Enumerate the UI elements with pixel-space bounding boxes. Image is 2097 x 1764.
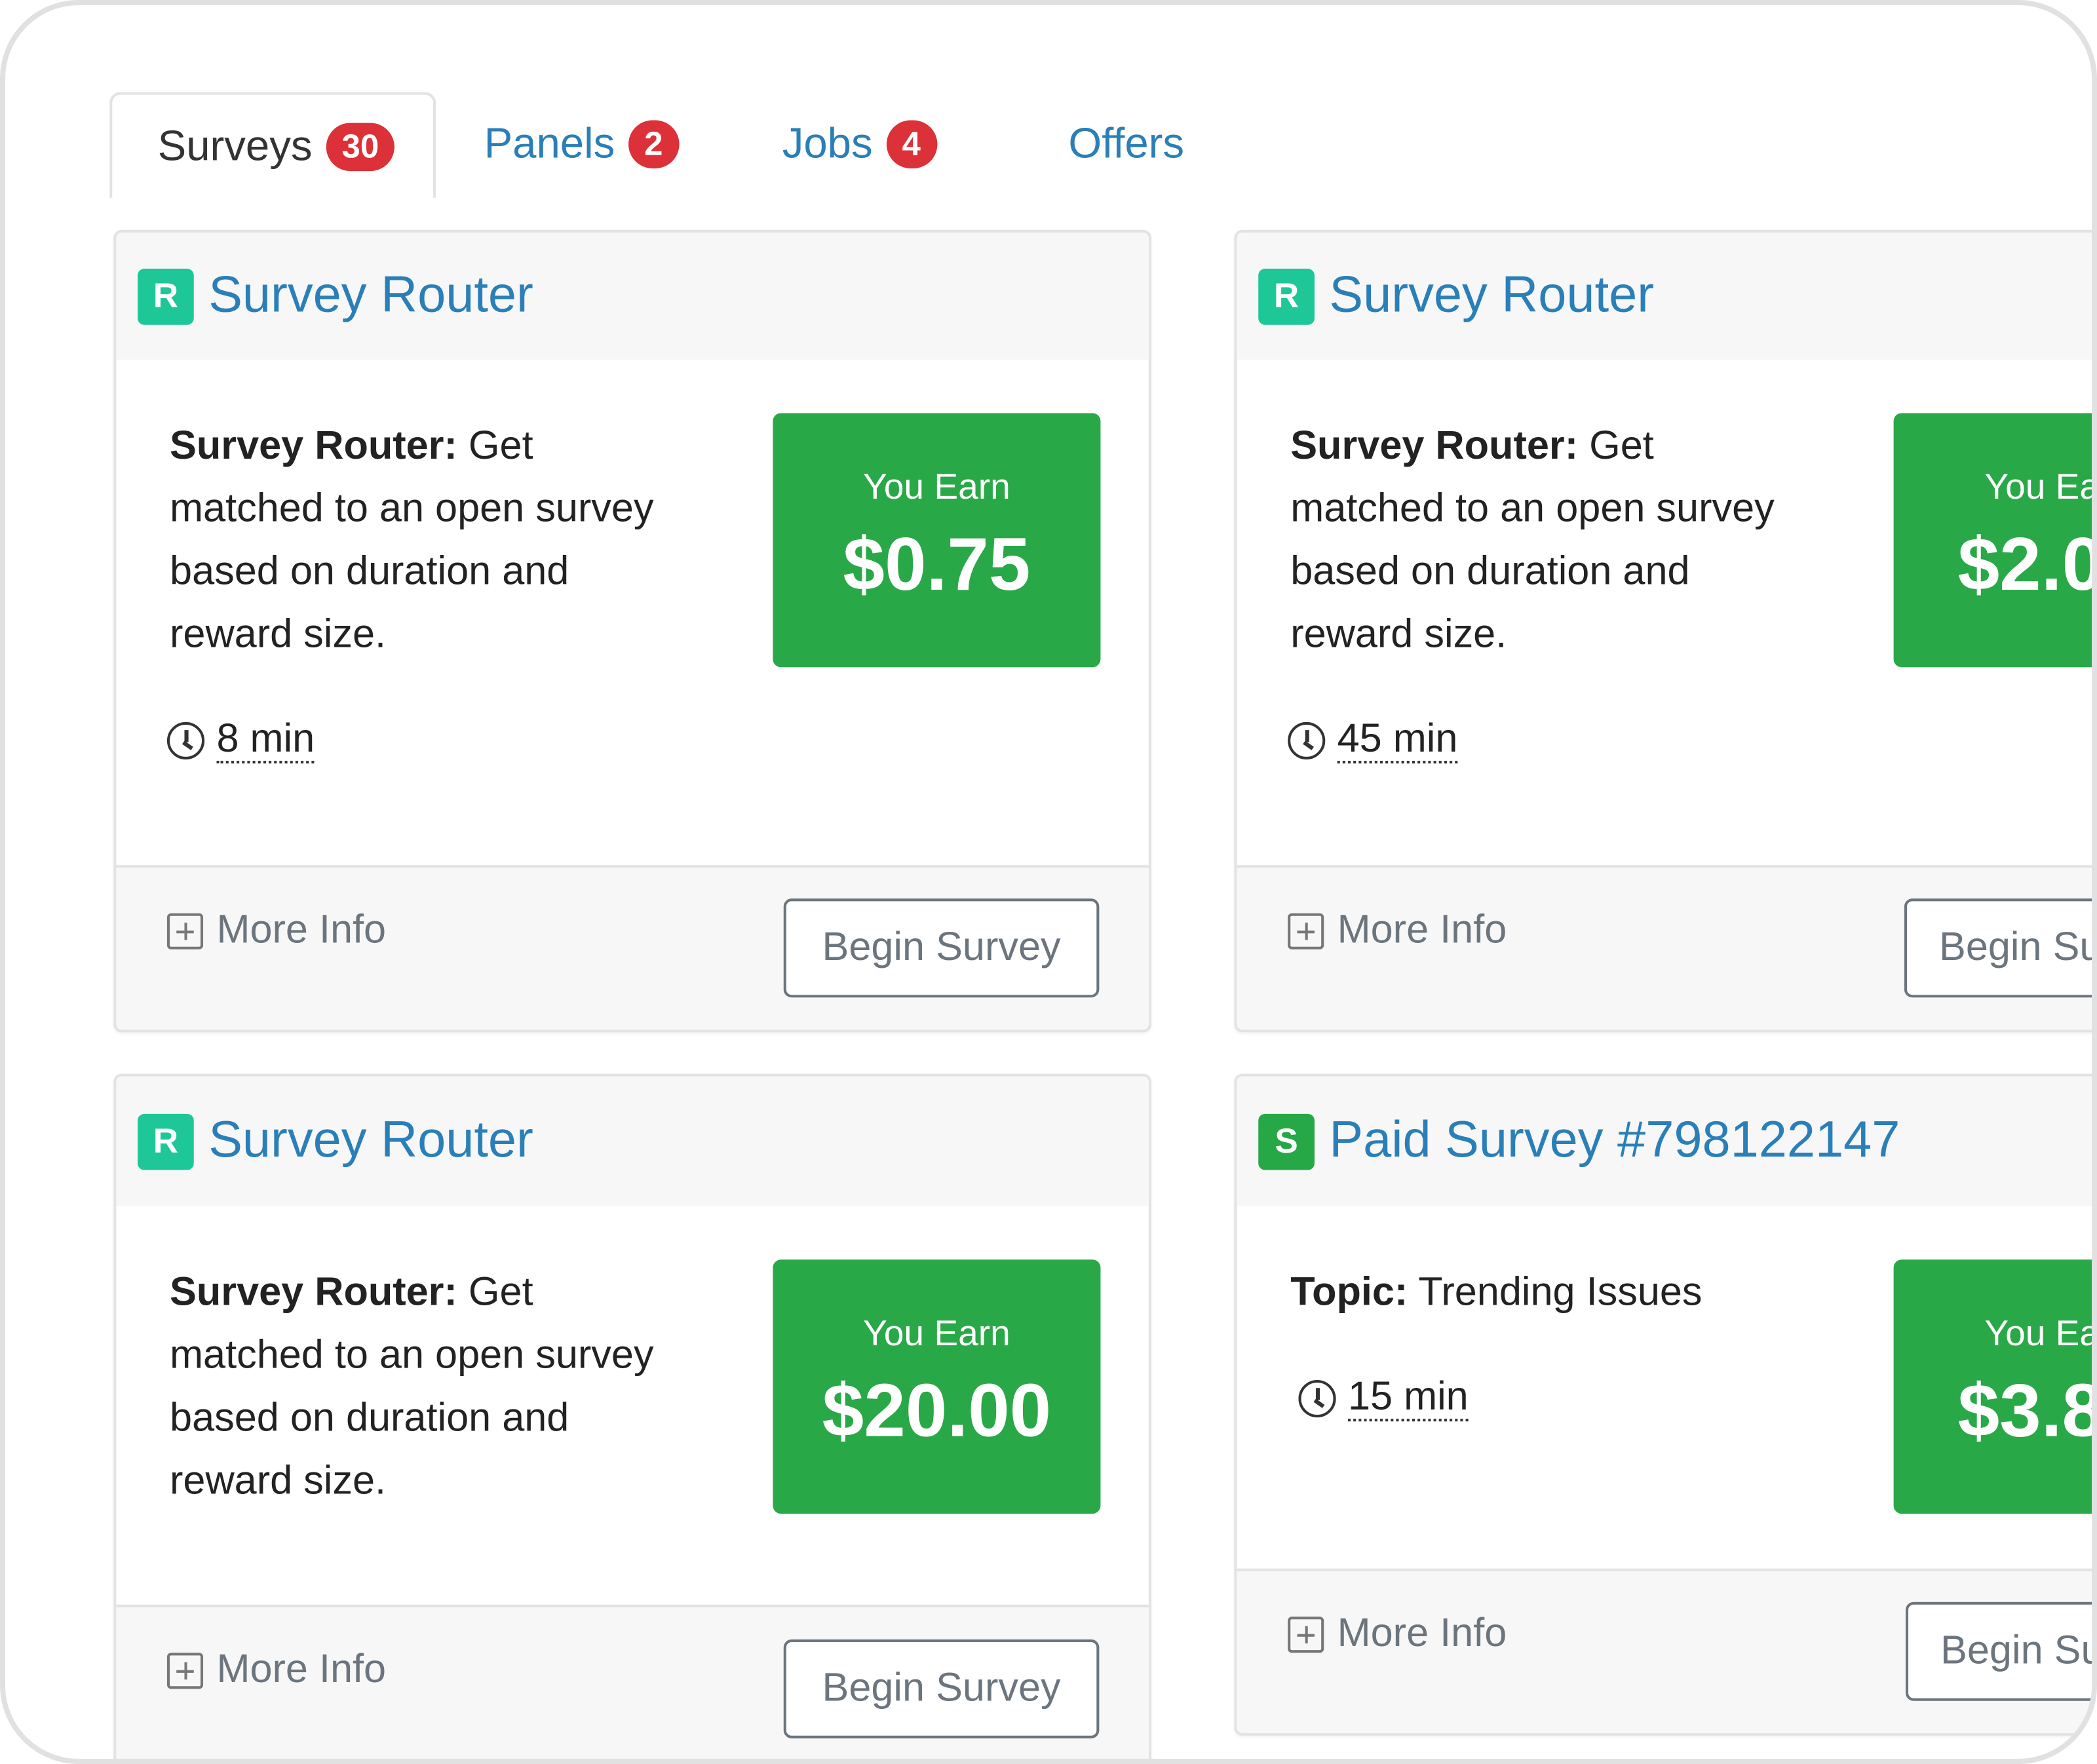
card-title-link[interactable]: Survey Router <box>208 1113 533 1170</box>
earn-amount: $2.0 <box>1957 521 2097 606</box>
earn-amount: $3.8 <box>1957 1368 2097 1453</box>
card-description: Survey Router: Get matched to an open su… <box>1290 414 1799 666</box>
tab-bar: Surveys 30 Panels 2 Jobs 4 Offers <box>109 92 2092 198</box>
duration: 15 min <box>1298 1375 1469 1422</box>
tab-label: Surveys <box>157 121 313 170</box>
tab-label: Offers <box>1068 119 1185 167</box>
router-logo: R <box>138 1113 194 1170</box>
card-footer: More Info Begin Survey <box>116 865 1149 1030</box>
survey-logo: S <box>1258 1113 1315 1170</box>
more-info-toggle[interactable]: More Info <box>166 908 387 953</box>
plus-square-icon <box>1288 912 1324 949</box>
begin-survey-button[interactable]: Begin Survey <box>783 898 1100 998</box>
duration: 8 min <box>166 718 315 764</box>
card-title-link[interactable]: Survey Router <box>208 267 533 325</box>
description-text: Trending Issues <box>1408 1270 1703 1314</box>
earn-amount: $0.75 <box>843 521 1031 606</box>
clock-icon <box>166 721 205 760</box>
earn-label: You Earn <box>863 467 1010 507</box>
card-footer: More Info Begin Su <box>1237 1568 2092 1733</box>
card-header: R Survey Router <box>116 1076 1149 1206</box>
clock-icon <box>1288 721 1326 760</box>
card-header: R Survey Router <box>1237 232 2092 360</box>
earn-box: You Ea $2.0 <box>1893 413 2097 668</box>
plus-square-icon <box>166 1652 204 1689</box>
survey-card: S Paid Survey #798122147 Topic: Trending… <box>1234 1073 2097 1736</box>
card-header: R Survey Router <box>116 232 1149 360</box>
tab-offers[interactable]: Offers <box>1068 92 1184 195</box>
card-description: Survey Router: Get matched to an open su… <box>170 1261 678 1512</box>
description-label: Survey Router: <box>170 423 457 469</box>
survey-card: R Survey Router Survey Router: Get match… <box>1234 229 2097 1033</box>
duration: 45 min <box>1288 718 1458 764</box>
more-info-toggle[interactable]: More Info <box>166 1647 387 1693</box>
tab-jobs[interactable]: Jobs 4 <box>782 92 937 195</box>
description-label: Topic: <box>1290 1270 1408 1314</box>
plus-square-icon <box>1288 1616 1324 1653</box>
survey-dashboard: Surveys 30 Panels 2 Jobs 4 Offers R Surv… <box>5 5 2097 1759</box>
clock-icon <box>1298 1379 1336 1418</box>
card-footer: More Info Begin Su <box>1237 865 2092 1030</box>
plus-square-icon <box>166 912 204 949</box>
duration-text: 8 min <box>216 718 315 764</box>
card-description: Topic: Trending Issues <box>1290 1261 1852 1324</box>
card-footer: More Info Begin Survey <box>116 1604 1149 1759</box>
card-title-link[interactable]: Survey Router <box>1329 267 1654 325</box>
earn-amount: $20.00 <box>822 1368 1052 1453</box>
card-header: S Paid Survey #798122147 <box>1237 1076 2092 1206</box>
begin-survey-button[interactable]: Begin Survey <box>783 1639 1100 1738</box>
duration-text: 15 min <box>1347 1375 1469 1422</box>
survey-card: R Survey Router Survey Router: Get match… <box>113 1073 1151 1759</box>
router-logo: R <box>1258 268 1315 324</box>
duration-text: 45 min <box>1337 718 1458 764</box>
begin-survey-button[interactable]: Begin Su <box>1904 898 2092 998</box>
more-info-label: More Info <box>216 908 387 952</box>
description-label: Survey Router: <box>170 1270 457 1314</box>
card-title-link[interactable]: Paid Survey #798122147 <box>1329 1113 1900 1170</box>
more-info-toggle[interactable]: More Info <box>1288 1611 1507 1657</box>
more-info-label: More Info <box>216 1647 387 1692</box>
tab-surveys[interactable]: Surveys 30 <box>109 92 436 198</box>
begin-survey-button[interactable]: Begin Su <box>1905 1601 2092 1701</box>
more-info-label: More Info <box>1337 1611 1507 1656</box>
earn-box: You Earn $20.00 <box>773 1259 1101 1514</box>
survey-card: R Survey Router Survey Router: Get match… <box>113 229 1151 1033</box>
app-window: Surveys 30 Panels 2 Jobs 4 Offers R Surv… <box>0 0 2097 1764</box>
tab-label: Jobs <box>782 119 873 167</box>
earn-label: You Ea <box>1984 467 2097 507</box>
count-badge: 2 <box>628 119 680 168</box>
count-badge: 4 <box>886 119 937 168</box>
tab-label: Panels <box>484 119 615 167</box>
more-info-label: More Info <box>1337 908 1507 952</box>
card-description: Survey Router: Get matched to an open su… <box>170 414 678 666</box>
description-label: Survey Router: <box>1290 423 1579 469</box>
router-logo: R <box>138 268 194 324</box>
earn-label: You Ea <box>1984 1313 2097 1354</box>
more-info-toggle[interactable]: More Info <box>1288 908 1507 953</box>
earn-box: You Ea $3.8 <box>1893 1259 2097 1514</box>
earn-label: You Earn <box>863 1313 1010 1354</box>
earn-box: You Earn $0.75 <box>773 413 1101 668</box>
tab-panels[interactable]: Panels 2 <box>484 92 680 195</box>
count-badge: 30 <box>325 122 395 171</box>
